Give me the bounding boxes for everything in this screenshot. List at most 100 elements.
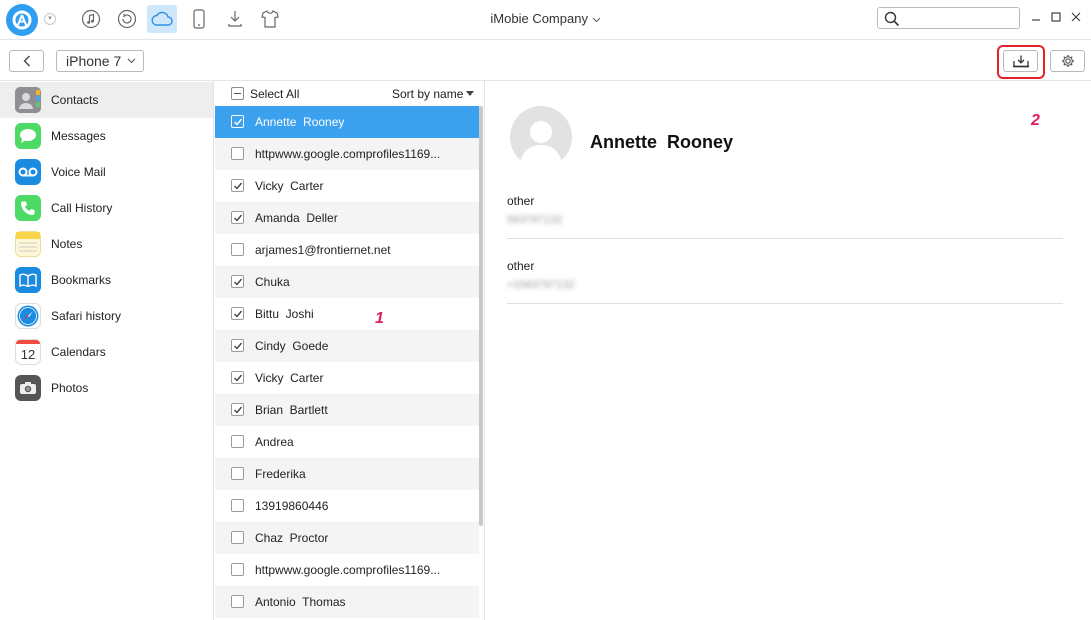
contact-row[interactable]: Antonio Thomas — [215, 586, 479, 618]
select-all-label[interactable]: Select All — [250, 87, 299, 101]
music-tool-button[interactable] — [76, 5, 106, 33]
close-icon — [1071, 12, 1081, 22]
sidebar-item-contacts[interactable]: Contacts — [0, 82, 213, 118]
contact-checkbox[interactable] — [231, 115, 244, 128]
music-icon — [81, 9, 101, 29]
gear-icon — [1061, 55, 1074, 67]
check-icon — [234, 406, 243, 414]
minimize-button[interactable] — [1029, 9, 1043, 25]
step-2-annotation: 2 — [1031, 112, 1040, 129]
contact-row[interactable]: Vicky Carter — [215, 170, 479, 202]
contact-row[interactable]: Andrea — [215, 426, 479, 458]
contact-checkbox[interactable] — [231, 371, 244, 384]
contact-name-label: Cindy Goede — [255, 339, 329, 353]
check-icon — [234, 278, 243, 286]
field-divider — [507, 238, 1063, 239]
download-tool-button[interactable] — [220, 5, 250, 33]
window-title-text: iMobie Company — [490, 11, 588, 26]
sidebar-item-calendars[interactable]: 12 Calendars — [0, 334, 213, 370]
contact-row[interactable]: Bittu Joshi — [215, 298, 479, 330]
sidebar-item-photos[interactable]: Photos — [0, 370, 213, 406]
chevron-down-icon — [127, 58, 136, 64]
sidebar-item-voice-mail[interactable]: Voice Mail — [0, 154, 213, 190]
calendar-icon: 12 — [15, 339, 41, 365]
sidebar-item-safari-history[interactable]: Safari history — [0, 298, 213, 334]
contact-row[interactable]: 13919860446 — [215, 490, 479, 522]
bookmarks-icon — [15, 267, 41, 293]
contact-checkbox[interactable] — [231, 307, 244, 320]
contact-row[interactable]: Amanda Deller — [215, 202, 479, 234]
contact-checkbox[interactable] — [231, 531, 244, 544]
phone-field-label: other — [507, 259, 535, 273]
contact-checkbox[interactable] — [231, 147, 244, 160]
search-icon — [884, 11, 900, 27]
contact-name-label: Vicky Carter — [255, 179, 324, 193]
download-icon — [228, 11, 242, 27]
contact-checkbox[interactable] — [231, 563, 244, 576]
messages-icon — [15, 123, 41, 149]
contact-name-label: httpwww.google.comprofiles1169... — [255, 563, 441, 577]
contacts-icon — [15, 87, 41, 113]
contact-row[interactable]: arjames1@frontiernet.net — [215, 234, 479, 266]
contact-checkbox[interactable] — [231, 243, 244, 256]
device-tool-button[interactable] — [184, 5, 214, 33]
export-icon — [1012, 55, 1029, 68]
device-name: iPhone 7 — [66, 53, 122, 69]
sidebar-item-notes[interactable]: Notes — [0, 226, 213, 262]
contact-row[interactable]: Chaz Proctor — [215, 522, 479, 554]
contact-name-label: Chuka — [255, 275, 290, 289]
contact-checkbox[interactable] — [231, 467, 244, 480]
contact-name-label: Brian Bartlett — [255, 403, 328, 417]
contact-name-label: Bittu Joshi — [255, 307, 314, 321]
contact-checkbox[interactable] — [231, 595, 244, 608]
check-icon — [234, 118, 243, 126]
contact-checkbox[interactable] — [231, 403, 244, 416]
contact-checkbox[interactable] — [231, 275, 244, 288]
contact-row[interactable]: Brian Bartlett — [215, 394, 479, 426]
contact-row[interactable]: httpwww.google.comprofiles1169... — [215, 554, 479, 586]
icloud-tool-button[interactable] — [147, 5, 177, 33]
contact-name-label: httpwww.google.comprofiles1169... — [255, 147, 441, 161]
close-button[interactable] — [1069, 9, 1083, 25]
sidebar-item-label: Safari history — [51, 309, 122, 323]
tshirt-icon — [261, 10, 279, 28]
contact-checkbox[interactable] — [231, 435, 244, 448]
contact-checkbox[interactable] — [231, 499, 244, 512]
sidebar-item-call-history[interactable]: Call History — [0, 190, 213, 226]
sort-by-name-button[interactable]: Sort by name — [392, 87, 463, 101]
select-all-checkbox[interactable] — [231, 87, 244, 100]
contact-checkbox[interactable] — [231, 179, 244, 192]
contact-row[interactable]: Cindy Goede — [215, 330, 479, 362]
device-selector[interactable]: iPhone 7 — [56, 50, 144, 72]
contact-checkbox[interactable] — [231, 211, 244, 224]
safari-icon — [15, 303, 41, 329]
contact-name-label: arjames1@frontiernet.net — [255, 243, 391, 257]
sort-caret-icon[interactable] — [466, 91, 474, 96]
anytrans-logo-icon — [12, 10, 32, 30]
window-title[interactable]: iMobie Company — [490, 11, 600, 26]
settings-button[interactable] — [1050, 50, 1085, 72]
list-scrollbar[interactable] — [479, 106, 483, 526]
category-sidebar: Contacts Messages Voice Mail Call Histor… — [0, 81, 214, 620]
back-button[interactable] — [9, 50, 44, 72]
contact-row[interactable]: Chuka — [215, 266, 479, 298]
sidebar-item-messages[interactable]: Messages — [0, 118, 213, 154]
sidebar-item-bookmarks[interactable]: Bookmarks — [0, 262, 213, 298]
minimize-icon — [1032, 19, 1040, 21]
app-logo[interactable] — [6, 4, 38, 36]
contact-row[interactable]: Annette Rooney — [215, 106, 479, 138]
maximize-button[interactable] — [1049, 9, 1063, 25]
search-box[interactable] — [877, 7, 1020, 29]
export-to-computer-button[interactable] — [1003, 50, 1038, 72]
logo-menu-caret[interactable]: ▾ — [44, 13, 56, 25]
contact-name-label: 13919860446 — [255, 499, 329, 513]
contact-row[interactable]: Frederika — [215, 458, 479, 490]
ringtone-tool-button[interactable] — [255, 5, 285, 33]
backup-tool-button[interactable] — [112, 5, 142, 33]
contact-name-label: Frederika — [255, 467, 306, 481]
sidebar-item-label: Messages — [51, 129, 106, 143]
contact-checkbox[interactable] — [231, 339, 244, 352]
contact-row[interactable]: Vicky Carter — [215, 362, 479, 394]
contact-row[interactable]: httpwww.google.comprofiles1169... — [215, 138, 479, 170]
search-input[interactable] — [904, 10, 1014, 26]
